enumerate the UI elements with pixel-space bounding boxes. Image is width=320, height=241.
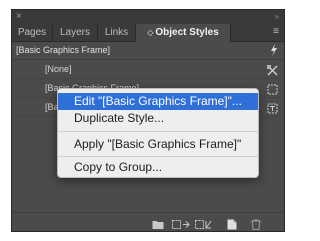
style-name: [None] bbox=[45, 64, 72, 74]
menu-separator bbox=[58, 156, 258, 157]
menu-item-copy-to-group[interactable]: Copy to Group... bbox=[58, 159, 258, 176]
current-style-label: [Basic Graphics Frame] bbox=[16, 45, 111, 55]
context-menu: Edit "[Basic Graphics Frame]"... Duplica… bbox=[57, 88, 259, 178]
tab-links[interactable]: Links bbox=[98, 24, 136, 41]
tab-label: Object Styles bbox=[153, 27, 219, 38]
tab-bar: Pages Layers Links ◇ Object Styles ≡ bbox=[12, 24, 284, 42]
clear-non-style-attributes-icon[interactable] bbox=[195, 217, 213, 229]
tab-pages[interactable]: Pages bbox=[12, 24, 53, 41]
panel-menu-icon[interactable]: ≡ bbox=[273, 26, 279, 38]
graphics-frame-icon bbox=[267, 82, 278, 95]
current-style-row: [Basic Graphics Frame] bbox=[12, 42, 284, 60]
menu-item-apply-style[interactable]: Apply "[Basic Graphics Frame]" bbox=[58, 136, 258, 153]
menu-item-edit-style[interactable]: Edit "[Basic Graphics Frame]"... bbox=[58, 93, 258, 110]
menu-separator bbox=[58, 131, 258, 132]
panel-titlebar: × ›› bbox=[12, 10, 284, 24]
tab-object-styles[interactable]: ◇ Object Styles bbox=[136, 24, 231, 42]
tab-label: Links bbox=[104, 27, 129, 38]
folder-icon[interactable] bbox=[152, 217, 164, 229]
list-item[interactable]: [None] bbox=[12, 60, 284, 79]
new-style-icon[interactable] bbox=[226, 217, 238, 230]
tab-layers[interactable]: Layers bbox=[53, 24, 98, 41]
collapse-icon[interactable]: ›› bbox=[275, 11, 279, 23]
close-icon[interactable]: × bbox=[16, 11, 22, 23]
tab-label: Layers bbox=[59, 27, 90, 38]
lightning-icon[interactable] bbox=[270, 44, 278, 59]
panel-footer bbox=[12, 212, 284, 231]
text-frame-icon bbox=[267, 101, 278, 114]
trash-icon[interactable] bbox=[250, 217, 262, 230]
clear-override-icon bbox=[267, 63, 278, 76]
menu-item-duplicate-style[interactable]: Duplicate Style... bbox=[58, 110, 258, 127]
tab-label: Pages bbox=[17, 27, 47, 38]
clear-overrides-icon[interactable] bbox=[172, 217, 190, 229]
